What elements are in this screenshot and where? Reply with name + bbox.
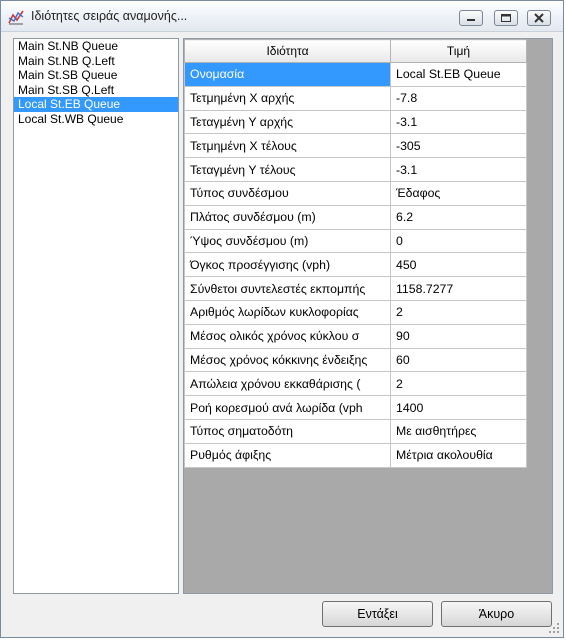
close-icon	[534, 13, 544, 23]
property-name-cell[interactable]: Μέσος χρόνος κόκκινης ένδειξης	[184, 347, 391, 373]
property-value-cell[interactable]: -3.1	[390, 109, 527, 135]
property-value-cell[interactable]: 6.2	[390, 204, 527, 230]
property-value-cell[interactable]: -3.1	[390, 157, 527, 182]
queue-list-item[interactable]: Main St.NB Queue	[14, 39, 178, 54]
property-row[interactable]: Ροή κορεσμού ανά λωρίδα (vph 1400	[184, 395, 527, 420]
property-value-cell[interactable]: 60	[390, 347, 527, 373]
queue-list-item[interactable]: Main St.NB Q.Left	[14, 54, 178, 69]
property-name-cell[interactable]: Ύψος συνδέσμου (m)	[184, 228, 391, 254]
property-name-cell[interactable]: Απώλεια χρόνου εκκαθάρισης (	[184, 371, 391, 397]
queue-list-item[interactable]: Main St.SB Queue	[14, 68, 178, 83]
property-row[interactable]: Μέσος χρόνος κόκκινης ένδειξης 60	[184, 347, 527, 373]
property-row[interactable]: Τεταγμένη Υ τέλους -3.1	[184, 157, 527, 182]
property-name-cell[interactable]: Μέσος ολικός χρόνος κύκλου σ	[184, 323, 391, 349]
property-name-cell[interactable]: Τεταγμένη Υ αρχής	[184, 109, 391, 135]
app-icon	[8, 10, 24, 25]
property-value-cell[interactable]: -7.8	[390, 85, 527, 111]
title-bar[interactable]: Ιδιότητες σειράς αναμονής...	[1, 1, 563, 32]
queue-list[interactable]: Main St.NB Queue Main St.NB Q.Left Main St…	[13, 38, 179, 594]
property-row[interactable]: Τεταγμένη Υ αρχής -3.1	[184, 109, 527, 135]
property-name-cell[interactable]: Όγκος προσέγγισης (vph)	[184, 252, 391, 278]
cancel-button[interactable]: Άκυρο	[441, 601, 552, 627]
property-value-cell[interactable]: Έδαφος	[390, 180, 527, 206]
property-row[interactable]: Τετμημένη Χ αρχής -7.8	[184, 85, 527, 111]
minimize-icon	[467, 19, 475, 21]
property-name-cell[interactable]: Ρυθμός άφιξης	[184, 442, 391, 468]
property-value-cell[interactable]: 1158.7277	[390, 276, 527, 301]
property-value-cell[interactable]: 1400	[390, 395, 527, 420]
maximize-icon	[501, 14, 511, 22]
queue-list-item[interactable]: Local St.WB Queue	[14, 112, 178, 127]
property-name-cell[interactable]: Τετμημένη Χ τέλους	[184, 133, 391, 159]
property-row[interactable]: Όγκος προσέγγισης (vph) 450	[184, 252, 527, 278]
maximize-button[interactable]	[494, 10, 518, 26]
property-name-cell[interactable]: Τετμημένη Χ αρχής	[184, 85, 391, 111]
property-row[interactable]: Ονομασία Local St.EB Queue	[184, 62, 527, 87]
property-name-cell[interactable]: Αριθμός λωρίδων κυκλοφορίας	[184, 299, 391, 325]
property-row[interactable]: Πλάτος συνδέσμου (m) 6.2	[184, 204, 527, 230]
property-grid: Ιδιότητα Τιμή Ονομασία Local St.EB Queue Τ…	[184, 39, 527, 468]
property-value-cell[interactable]: 450	[390, 252, 527, 278]
grid-header-row: Ιδιότητα Τιμή	[184, 39, 527, 63]
property-row[interactable]: Ρυθμός άφιξης Μέτρια ακολουθία	[184, 442, 527, 468]
queue-list-item[interactable]: Main St.SB Q.Left	[14, 83, 178, 98]
property-row[interactable]: Τύπος συνδέσμου Έδαφος	[184, 180, 527, 206]
property-name-cell[interactable]: Πλάτος συνδέσμου (m)	[184, 204, 391, 230]
property-value-cell[interactable]: 2	[390, 299, 527, 325]
window-title: Ιδιότητες σειράς αναμονής...	[31, 9, 188, 23]
property-value-cell[interactable]: Μέτρια ακολουθία	[390, 442, 527, 468]
value-column-header[interactable]: Τιμή	[390, 39, 527, 63]
property-name-cell[interactable]: Σύνθετοι συντελεστές εκπομπής	[184, 276, 391, 301]
property-name-cell[interactable]: Τύπος συνδέσμου	[184, 180, 391, 206]
property-value-cell[interactable]: 2	[390, 371, 527, 397]
property-name-cell[interactable]: Ονομασία	[184, 62, 391, 87]
property-column-header[interactable]: Ιδιότητα	[184, 39, 391, 63]
property-row[interactable]: Σύνθετοι συντελεστές εκπομπής 1158.7277	[184, 276, 527, 301]
resize-grip-icon[interactable]	[548, 622, 560, 634]
property-row[interactable]: Μέσος ολικός χρόνος κύκλου σ 90	[184, 323, 527, 349]
property-grid-area: Ιδιότητα Τιμή Ονομασία Local St.EB Queue Τ…	[183, 38, 553, 594]
property-value-cell[interactable]: Local St.EB Queue	[390, 62, 527, 87]
property-row[interactable]: Απώλεια χρόνου εκκαθάρισης (2	[184, 371, 527, 397]
property-value-cell[interactable]: 90	[390, 323, 527, 349]
property-row[interactable]: Αριθμός λωρίδων κυκλοφορίας 2	[184, 299, 527, 325]
ok-button[interactable]: Εντάξει	[322, 601, 433, 627]
property-row[interactable]: Τύπος σηματοδότη Με αισθητήρες	[184, 418, 527, 444]
property-name-cell[interactable]: Ροή κορεσμού ανά λωρίδα (vph	[184, 395, 391, 420]
property-value-cell[interactable]: 0	[390, 228, 527, 254]
minimize-button[interactable]	[459, 10, 483, 26]
queue-list-item[interactable]: Local St.EB Queue	[14, 97, 178, 112]
property-name-cell[interactable]: Τύπος σηματοδότη	[184, 418, 391, 444]
queue-properties-dialog: Ιδιότητες σειράς αναμονής... Main St.NB …	[0, 0, 564, 638]
property-value-cell[interactable]: -305	[390, 133, 527, 159]
property-row[interactable]: Τετμημένη Χ τέλους -305	[184, 133, 527, 159]
property-row[interactable]: Ύψος συνδέσμου (m) 0	[184, 228, 527, 254]
close-button[interactable]	[527, 10, 551, 26]
property-name-cell[interactable]: Τεταγμένη Υ τέλους	[184, 157, 391, 182]
property-value-cell[interactable]: Με αισθητήρες	[390, 418, 527, 444]
